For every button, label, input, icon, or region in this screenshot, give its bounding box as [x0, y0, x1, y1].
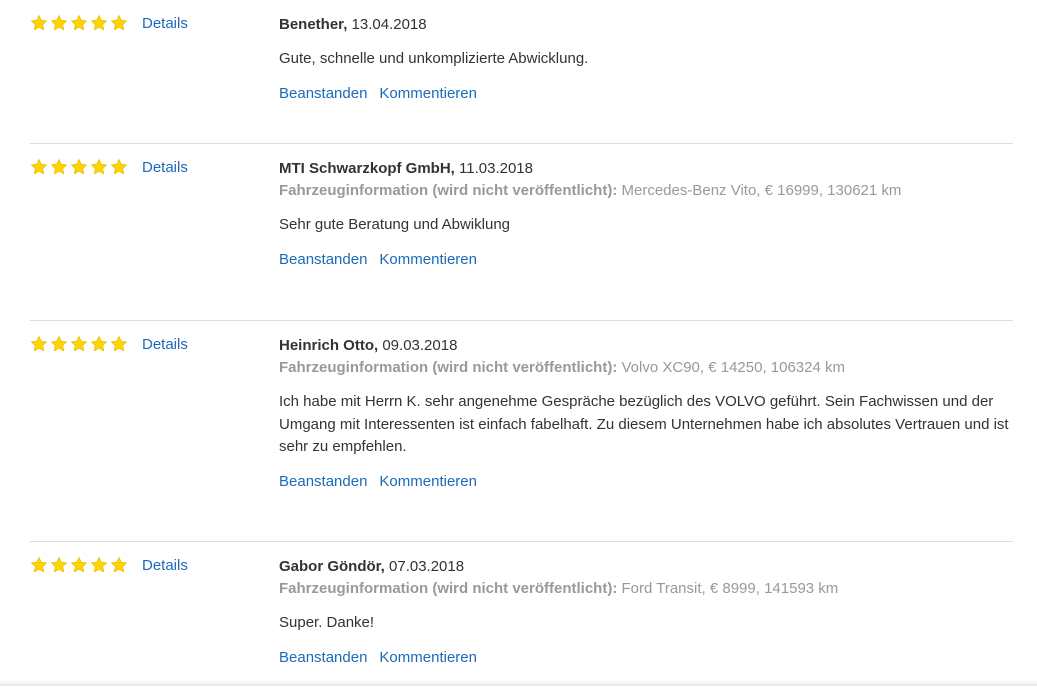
comment-link[interactable]: Kommentieren [379, 83, 477, 105]
review-date: 07.03.2018 [389, 558, 465, 575]
report-link[interactable]: Beanstanden [279, 249, 367, 271]
star-icon [70, 335, 88, 353]
review-content: Gabor Göndör, 07.03.2018 Fahrzeuginforma… [279, 556, 1013, 669]
star-icon [90, 556, 108, 574]
vehicle-info-label: Fahrzeuginformation (wird nicht veröffen… [279, 182, 618, 199]
review-author: Heinrich Otto, [279, 337, 379, 354]
review-author-line: MTI Schwarzkopf GmbH, 11.03.2018 [279, 158, 1013, 180]
review-actions: Beanstanden Kommentieren [279, 83, 1013, 105]
review-author: Benether, [279, 16, 348, 33]
review-author-line: Heinrich Otto, 09.03.2018 [279, 335, 1013, 357]
scroll-fade [0, 680, 1037, 686]
report-link[interactable]: Beanstanden [279, 83, 367, 105]
review-item: Details Benether, 13.04.2018 Gute, schne… [0, 0, 1037, 144]
review-author: MTI Schwarzkopf GmbH, [279, 160, 455, 177]
star-rating [30, 158, 128, 176]
star-icon [30, 158, 48, 176]
comment-link[interactable]: Kommentieren [379, 647, 477, 669]
comment-link[interactable]: Kommentieren [379, 471, 477, 493]
star-icon [110, 335, 128, 353]
star-rating [30, 556, 128, 574]
comment-link[interactable]: Kommentieren [379, 249, 477, 271]
review-author-line: Benether, 13.04.2018 [279, 14, 1013, 36]
star-icon [70, 556, 88, 574]
review-list: Details Benether, 13.04.2018 Gute, schne… [0, 0, 1037, 688]
star-icon [30, 14, 48, 32]
details-link[interactable]: Details [142, 336, 188, 354]
review-item: Details Heinrich Otto, 09.03.2018 Fahrze… [0, 321, 1037, 542]
vehicle-info-line: Fahrzeuginformation (wird nicht veröffen… [279, 578, 1013, 600]
review-content: MTI Schwarzkopf GmbH, 11.03.2018 Fahrzeu… [279, 158, 1013, 271]
vehicle-info-line: Fahrzeuginformation (wird nicht veröffen… [279, 357, 1013, 379]
details-link[interactable]: Details [142, 557, 188, 575]
review-date: 09.03.2018 [382, 337, 458, 354]
star-icon [50, 556, 68, 574]
review-item: Details Gabor Göndör, 07.03.2018 Fahrzeu… [0, 542, 1037, 688]
star-icon [90, 335, 108, 353]
star-rating [30, 335, 128, 353]
star-icon [30, 556, 48, 574]
review-comment: Gute, schnelle und unkomplizierte Abwick… [279, 50, 589, 67]
star-icon [50, 335, 68, 353]
star-icon [50, 14, 68, 32]
vehicle-info-value: Volvo XC90, € 14250, 106324 km [621, 359, 846, 376]
report-link[interactable]: Beanstanden [279, 647, 367, 669]
details-link[interactable]: Details [142, 159, 188, 177]
review-comment: Sehr gute Beratung und Abwiklung [279, 216, 510, 233]
vehicle-info-value: Ford Transit, € 8999, 141593 km [621, 580, 839, 597]
star-icon [90, 158, 108, 176]
review-date: 11.03.2018 [459, 160, 533, 177]
star-icon [110, 158, 128, 176]
review-content: Heinrich Otto, 09.03.2018 Fahrzeuginform… [279, 335, 1013, 493]
review-comment: Super. Danke! [279, 614, 375, 631]
review-content: Benether, 13.04.2018 Gute, schnelle und … [279, 14, 1013, 105]
review-author-line: Gabor Göndör, 07.03.2018 [279, 556, 1013, 578]
review-actions: Beanstanden Kommentieren [279, 647, 1013, 669]
star-icon [50, 158, 68, 176]
review-actions: Beanstanden Kommentieren [279, 249, 1013, 271]
review-item: Details MTI Schwarzkopf GmbH, 11.03.2018… [0, 144, 1037, 321]
vehicle-info-label: Fahrzeuginformation (wird nicht veröffen… [279, 359, 618, 376]
star-icon [90, 14, 108, 32]
star-icon [110, 14, 128, 32]
vehicle-info-value: Mercedes-Benz Vito, € 16999, 130621 km [621, 182, 902, 199]
details-link[interactable]: Details [142, 15, 188, 33]
star-icon [70, 14, 88, 32]
star-icon [110, 556, 128, 574]
vehicle-info-line: Fahrzeuginformation (wird nicht veröffen… [279, 180, 1013, 202]
review-author: Gabor Göndör, [279, 558, 385, 575]
vehicle-info-label: Fahrzeuginformation (wird nicht veröffen… [279, 580, 618, 597]
review-date: 13.04.2018 [351, 16, 427, 33]
report-link[interactable]: Beanstanden [279, 471, 367, 493]
star-icon [30, 335, 48, 353]
star-icon [70, 158, 88, 176]
review-actions: Beanstanden Kommentieren [279, 471, 1013, 493]
star-rating [30, 14, 128, 32]
review-comment: Ich habe mit Herrn K. sehr angenehme Ges… [279, 393, 1009, 455]
